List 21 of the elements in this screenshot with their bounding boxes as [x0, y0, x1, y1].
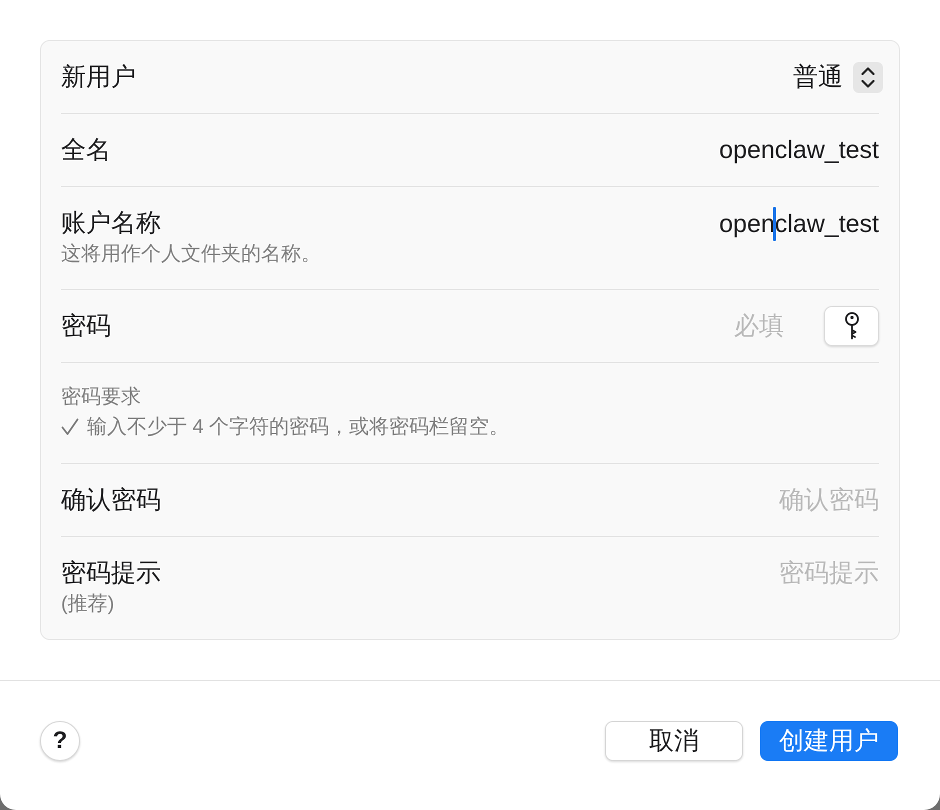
input-field[interactable]: openclaw_test — [719, 134, 879, 166]
create-user-button[interactable]: 创建用户 — [760, 721, 898, 761]
key-button[interactable] — [824, 306, 879, 346]
field-label: 密码提示 — [61, 558, 161, 589]
popup-button[interactable]: 普通 — [793, 61, 883, 93]
help-button[interactable]: ? — [40, 721, 80, 761]
field-label: 账户名称 — [61, 208, 161, 239]
input-field[interactable]: openclaw_test — [719, 207, 879, 241]
field-text: open — [719, 209, 775, 240]
requirement-text: 输入不少于 4 个字符的密码，或将密码栏留空。 — [87, 415, 510, 440]
cancel-button[interactable]: 取消 — [605, 721, 743, 761]
field-label: 确认密码 — [61, 485, 161, 516]
field-note: (推荐) — [61, 592, 114, 617]
field-label: 密码 — [61, 311, 111, 342]
key-icon — [844, 312, 860, 340]
up-down-chevron-icon — [853, 62, 883, 92]
field-note: 这将用作个人文件夹的名称。 — [61, 242, 321, 267]
field-label: 新用户 — [61, 62, 136, 93]
field-text: claw_test — [774, 209, 879, 240]
field-label: 全名 — [61, 135, 111, 166]
requirements-title: 密码要求 — [61, 385, 141, 410]
